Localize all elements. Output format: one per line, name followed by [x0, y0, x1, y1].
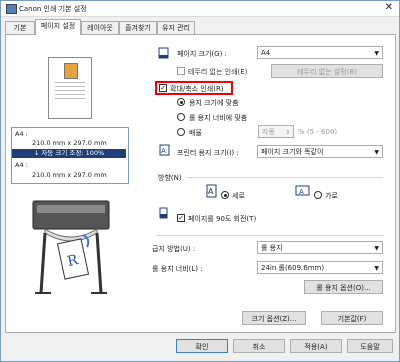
- fit-page-radio[interactable]: [177, 98, 185, 106]
- defaults-button[interactable]: 기본값(F): [321, 311, 383, 325]
- text-line: [55, 86, 85, 87]
- text-line: [55, 94, 85, 95]
- scaled-print-checkbox[interactable]: ✓: [159, 84, 167, 92]
- ok-button[interactable]: 확인: [176, 339, 228, 353]
- paper-source-label: 급지 방법(U) :: [152, 245, 196, 253]
- borderless-settings-button[interactable]: 테두리 없는 설정(B): [271, 64, 383, 78]
- info-output-value: 210.0 mm x 297.0 mm: [32, 171, 107, 179]
- scale-input[interactable]: 자동 ⇕: [258, 125, 294, 138]
- rotate-page-icon: [159, 207, 168, 219]
- text-line: [55, 90, 85, 91]
- page-size-label: 페이지 크기(G) :: [177, 50, 227, 58]
- title-bar: Canon 인쇄 기본 설정 ✕: [1, 1, 399, 17]
- chevron-down-icon: ▼: [374, 245, 379, 252]
- chevron-down-icon: ▼: [374, 149, 379, 156]
- info-output-label: A4 :: [15, 161, 28, 169]
- tab-page-setup[interactable]: 페이지 설정: [35, 19, 81, 35]
- scaled-print-label: 확대/축소 인쇄(R): [170, 85, 224, 93]
- landscape-icon: A: [295, 185, 310, 196]
- chevron-down-icon: ▼: [374, 265, 379, 272]
- size-info-box: A4 : 210.0 mm x 297.0 mm ↓ 자동 크기 조정: 100…: [11, 127, 129, 184]
- scale-radio[interactable]: [177, 128, 185, 136]
- tab-basic[interactable]: 기본: [5, 21, 35, 34]
- scale-range-label: % (5 - 600): [298, 128, 338, 136]
- scale-status-bar: ↓ 자동 크기 조정: 100%: [12, 149, 126, 158]
- printer-paper-select[interactable]: 페이지 크기와 똑같이 ▼: [257, 145, 383, 158]
- text-line: [55, 82, 85, 83]
- fit-roll-radio[interactable]: [177, 113, 185, 121]
- tab-favorites[interactable]: 즐겨찾기: [119, 21, 157, 34]
- roll-width-select[interactable]: 24in 롤(609.6mm) ▼: [257, 261, 383, 274]
- roll-width-value: 24in 롤(609.6mm): [261, 264, 325, 272]
- fit-roll-label: 롤 용지 너비에 맞춤: [189, 114, 248, 122]
- roll-options-button[interactable]: 롤 용지 옵션(O)...: [304, 280, 383, 294]
- info-size-value: 210.0 mm x 297.0 mm: [32, 139, 107, 147]
- size-options-button[interactable]: 크기 옵션(Z)...: [242, 311, 306, 325]
- section-divider: [156, 235, 383, 236]
- printer-icon: [6, 4, 17, 14]
- page-preview: [48, 57, 92, 119]
- spinner-icon: ⇕: [284, 129, 290, 136]
- printer-illustration-icon: R: [32, 200, 110, 294]
- paper-source-select[interactable]: 롤 용지 ▼: [257, 241, 383, 254]
- page-size-icon: [158, 47, 169, 59]
- fit-page-label: 용지 크기에 맞춤: [189, 99, 239, 107]
- printer-paper-label: 프린터 용지 크기(I) :: [177, 149, 239, 157]
- group-divider: [187, 177, 383, 178]
- scale-label: 배율: [189, 129, 202, 137]
- landscape-radio[interactable]: [314, 191, 322, 199]
- rotate-90-label: 페이지를 90도 회전(T): [188, 215, 257, 223]
- info-size-label: A4 :: [15, 130, 28, 138]
- page-size-value: A4: [261, 49, 271, 57]
- roll-width-label: 롤 용지 너비(L) :: [152, 265, 203, 273]
- cancel-button[interactable]: 취소: [233, 339, 285, 353]
- preview-area: A4 : 210.0 mm x 297.0 mm ↓ 자동 크기 조정: 100…: [11, 47, 129, 301]
- portrait-radio[interactable]: [221, 191, 229, 199]
- rotate-90-checkbox[interactable]: ✓: [177, 214, 185, 222]
- close-icon[interactable]: ✕: [385, 2, 393, 14]
- tab-layout[interactable]: 레이아웃: [81, 21, 119, 34]
- page-size-select[interactable]: A4 ▼: [257, 46, 383, 59]
- borderless-label: 테두리 없는 인쇄(E): [188, 68, 248, 76]
- text-line: [55, 98, 85, 99]
- apply-button[interactable]: 적용(A): [290, 339, 342, 353]
- tab-maintenance[interactable]: 유지 관리: [157, 21, 195, 34]
- orientation-label: 방향(N): [158, 174, 182, 182]
- svg-text:A: A: [208, 187, 214, 196]
- printer-paper-icon: A: [159, 144, 170, 156]
- help-button[interactable]: 도움말: [347, 339, 393, 353]
- printer-paper-value: 페이지 크기와 똑같이: [261, 148, 324, 156]
- landscape-label: 가로: [325, 192, 338, 200]
- scale-value: 자동: [262, 128, 275, 136]
- portrait-label: 세로: [232, 192, 245, 200]
- paper-source-value: 롤 용지: [261, 244, 283, 252]
- borderless-checkbox[interactable]: [177, 67, 185, 75]
- dialog-window: Canon 인쇄 기본 설정 ✕ 기본 페이지 설정 레이아웃 즐겨찾기 유지 …: [0, 0, 400, 362]
- portrait-icon: A: [206, 184, 217, 198]
- chevron-down-icon: ▼: [374, 50, 379, 57]
- svg-text:A: A: [299, 188, 304, 196]
- window-title: Canon 인쇄 기본 설정: [19, 5, 87, 13]
- svg-text:A: A: [161, 147, 166, 155]
- image-thumbnail-icon: [64, 63, 78, 79]
